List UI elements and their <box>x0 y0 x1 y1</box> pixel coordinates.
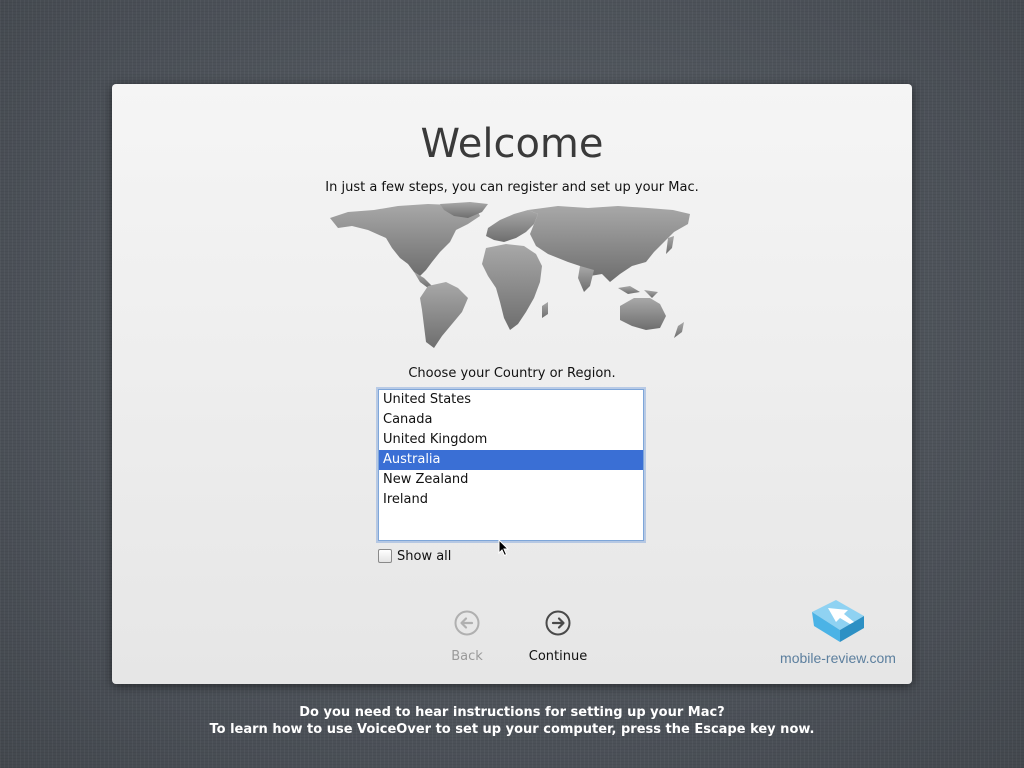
arrow-right-circle-icon <box>545 610 571 636</box>
country-list-item[interactable]: Ireland <box>379 490 643 510</box>
instructions-line-2: To learn how to use VoiceOver to set up … <box>209 722 815 737</box>
continue-button[interactable]: Continue <box>518 610 598 664</box>
world-map-image <box>330 202 690 348</box>
country-list[interactable]: United States Canada United Kingdom Aust… <box>378 389 644 541</box>
instructions-line-1: Do you need to hear instructions for set… <box>299 705 725 720</box>
arrow-left-circle-icon <box>454 610 480 636</box>
country-list-item[interactable]: New Zealand <box>379 470 643 490</box>
watermark-text: mobile-review.com <box>780 650 896 666</box>
region-prompt: Choose your Country or Region. <box>408 366 616 381</box>
setup-assistant-panel: Welcome In just a few steps, you can reg… <box>112 84 912 684</box>
show-all-option[interactable]: Show all <box>378 548 451 564</box>
show-all-checkbox[interactable] <box>378 549 392 563</box>
mouse-pointer-icon <box>498 539 510 557</box>
continue-label: Continue <box>528 649 588 664</box>
country-list-item[interactable]: Canada <box>379 410 643 430</box>
page-title: Welcome <box>420 121 604 167</box>
watermark-logo: mobile-review.com <box>776 598 900 668</box>
page-subtitle: In just a few steps, you can register an… <box>325 180 699 195</box>
back-button[interactable]: Back <box>427 610 507 664</box>
country-list-item[interactable]: United States <box>379 390 643 410</box>
show-all-label: Show all <box>397 548 452 564</box>
mobile-review-logo-icon <box>812 600 864 642</box>
voiceover-instructions: Do you need to hear instructions for set… <box>0 704 1024 738</box>
country-list-item[interactable]: United Kingdom <box>379 430 643 450</box>
back-label: Back <box>451 649 483 664</box>
country-list-item[interactable]: Australia <box>379 450 643 470</box>
